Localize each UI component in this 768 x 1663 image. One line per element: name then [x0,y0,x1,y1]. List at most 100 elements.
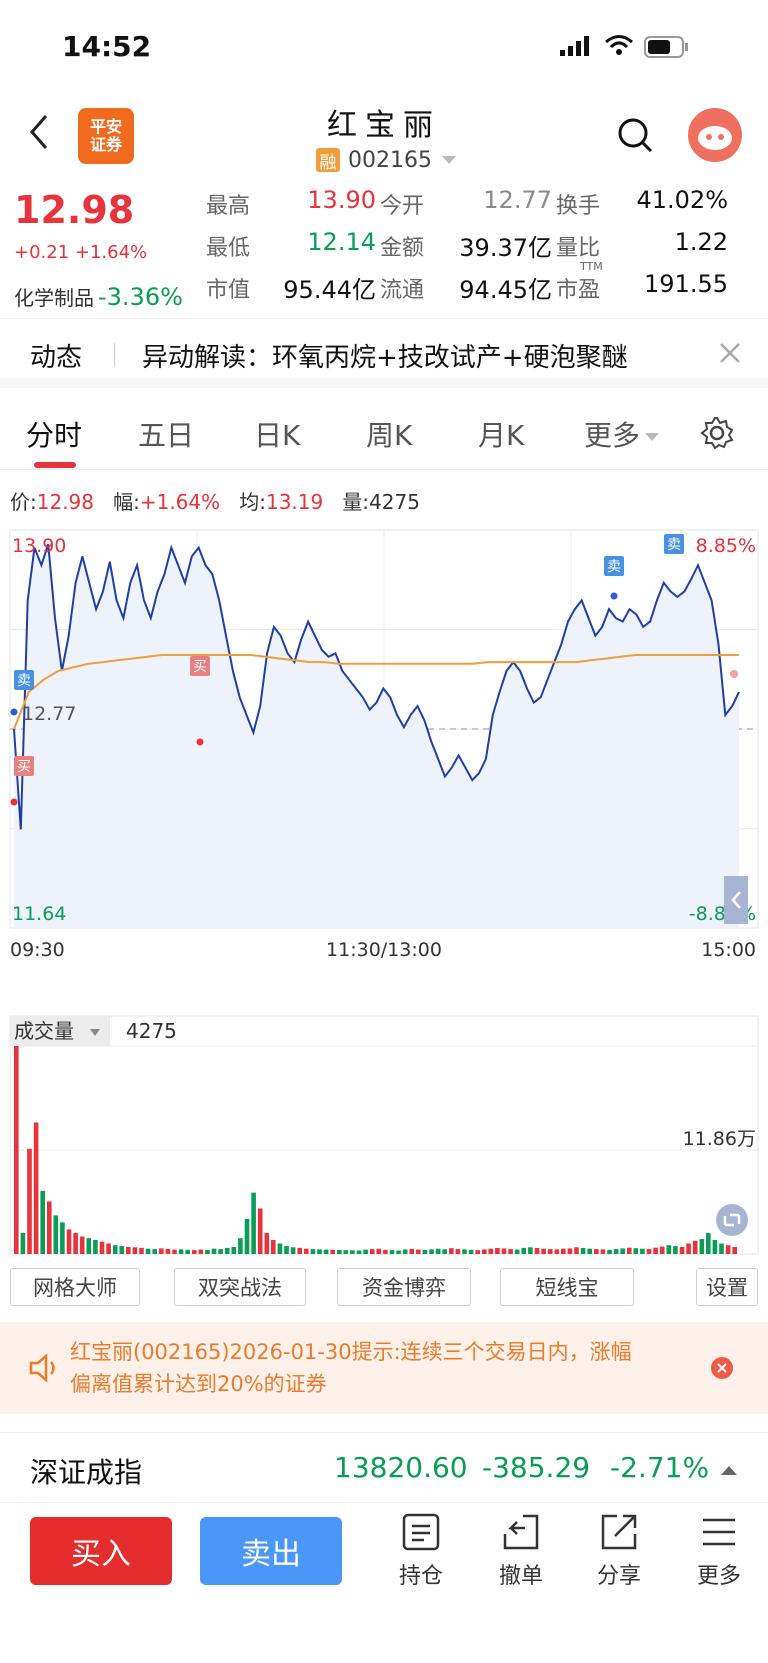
news-bar[interactable]: 动态 异动解读：环氧丙烷+技改试产+硬泡聚醚 [0,318,768,388]
quote-stats-grid: 最高 13.90 今开 12.77 换手 41.02% 最低 12.14 金额 39.37亿 量比 1… [206,186,758,318]
volume-bar [719,1243,724,1254]
volume-bar [106,1243,111,1254]
buy-marker: 买 [193,659,207,675]
tab-five-day[interactable]: 五日 [138,414,194,454]
stat-label: 最低 [206,236,251,261]
volume-bar [666,1245,672,1254]
volume-bar [409,1248,415,1254]
speaker-icon [28,1352,60,1389]
volume-bar [580,1248,586,1254]
volume-bar [449,1248,454,1254]
caret-down-icon [645,433,660,441]
volume-bar [350,1250,355,1254]
market-index-row[interactable]: 深证成指 13820.60 -385.29 -2.71% [0,1432,768,1502]
sell-marker: 卖 [667,537,681,553]
volume-bar [60,1222,65,1254]
assistant-avatar-icon[interactable] [688,108,742,162]
volume-bar [132,1247,138,1254]
close-icon[interactable] [718,341,742,369]
volume-bar [27,1148,32,1254]
volume-bar [112,1245,118,1254]
settings-gear-icon[interactable] [700,416,734,454]
expand-up-icon[interactable] [720,1461,738,1480]
intraday-price-chart[interactable]: 卖买买卖卖13.9011.6412.778.85%-8.85%09:30 11:3… [0,520,768,1010]
double-breakout-button[interactable]: 双突战法 [174,1268,306,1306]
stat-label: 今开 [380,194,425,219]
tab-more[interactable]: 更多 [584,414,660,454]
volume-bar [152,1249,157,1254]
volume-bar [475,1250,480,1254]
volume-bar [271,1240,276,1254]
stock-code-selector[interactable]: 融 002165 [316,146,458,174]
volume-bar [587,1248,592,1254]
margin-badge: 融 [316,148,340,173]
volume-bar [93,1240,98,1254]
status-time: 14:52 [62,30,152,63]
stat-value: 12.14 [307,228,376,256]
volume-bar [165,1248,171,1254]
stat-value: 13.90 [307,186,376,214]
volume-bar [699,1239,705,1254]
search-icon[interactable] [616,116,654,158]
stat-label: 市值 [206,278,251,303]
stat-label: 换手 [556,194,601,219]
short-term-button[interactable]: 短线宝 [500,1268,634,1306]
volume-bar [257,1208,263,1254]
settings-button[interactable]: 设置 [696,1268,758,1306]
volume-bar [205,1250,210,1254]
volume-bar [224,1247,230,1254]
info-volume: 4275 [369,490,420,514]
volume-bar [323,1249,329,1254]
volume-bar [488,1248,494,1254]
volume-bar [363,1249,368,1254]
info-price: 12.98 [36,490,95,514]
volume-bar [20,1233,26,1254]
volume-bar [673,1246,678,1254]
stat-value: 95.44亿 [283,276,376,304]
current-price-dot [730,670,738,678]
volume-bar [33,1122,39,1254]
volume-bar [192,1250,197,1254]
grid-master-button[interactable]: 网格大师 [10,1268,140,1306]
stat-value: 41.02% [636,186,728,214]
info-amplitude: +1.64% [139,490,221,514]
volume-bar [383,1249,388,1254]
sell-marker: 卖 [607,559,621,575]
alert-close-icon[interactable] [710,1356,734,1385]
cancel-order-button[interactable]: 撤单 [486,1512,556,1590]
volume-bar [627,1247,632,1254]
news-headline[interactable]: 异动解读：环氧丙烷+技改试产+硬泡聚醚 [142,337,628,374]
volume-bar [501,1248,507,1254]
volume-bar [554,1249,560,1254]
sell-marker: 卖 [17,673,31,689]
pct-top-label: 8.85% [696,535,756,557]
buy-button[interactable]: 买入 [30,1517,172,1585]
volume-bar [561,1248,566,1254]
x-label-close: 15:00 [701,939,756,961]
tab-intraday[interactable]: 分时 [26,414,82,454]
tab-daily-k[interactable]: 日K [254,414,300,454]
tab-monthly-k[interactable]: 月K [478,414,524,454]
stat-label: 金额 [380,236,425,261]
tab-weekly-k[interactable]: 周K [366,414,412,454]
capital-game-button[interactable]: 资金博弈 [337,1268,471,1306]
period-tabs: 分时 五日 日K 周K 月K 更多 [0,398,768,470]
volume-bar [337,1250,342,1254]
more-icon [703,1518,735,1546]
volume-bar [725,1245,731,1254]
volume-bar [376,1248,382,1254]
volume-bar [389,1250,395,1254]
y-bottom-label: 11.64 [12,903,66,925]
more-button[interactable]: 更多 [684,1512,754,1590]
share-button[interactable]: 分享 [584,1512,654,1590]
volume-bar [607,1249,612,1254]
alert-text-line1: 红宝丽(002165)2026-01-30提示:连续三个交易日内，涨幅 [70,1340,632,1364]
holdings-button[interactable]: 持仓 [386,1512,456,1590]
volume-bar [172,1249,177,1254]
volume-bar [495,1248,500,1254]
sell-button[interactable]: 卖出 [200,1517,342,1585]
volume-chart[interactable]: 成交量 4275 11.86万 [0,1012,768,1260]
info-average: 13.19 [265,490,324,514]
stat-label: 市盈 [556,278,601,303]
sector-change[interactable]: 化学制品 -3.36% [14,282,183,311]
